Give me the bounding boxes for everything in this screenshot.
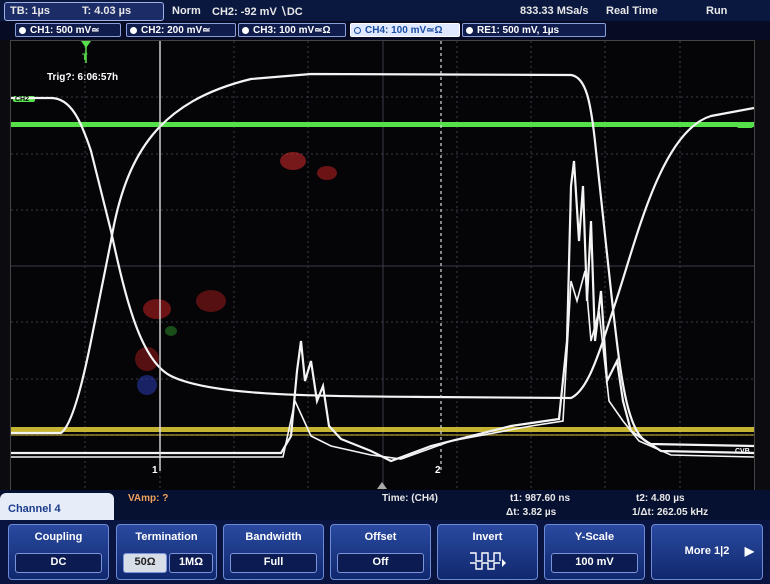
bandwidth-title: Bandwidth xyxy=(245,531,302,543)
channel-4-button[interactable]: CH4: 100 mV≃Ω xyxy=(350,23,460,37)
acquisition-mode: Real Time xyxy=(606,5,658,17)
bandwidth-softkey[interactable]: Bandwidth Full xyxy=(223,524,324,580)
softkey-bar: Coupling DC Termination 50Ω 1MΩ Bandwidt… xyxy=(0,520,770,584)
y-scale-title: Y-Scale xyxy=(574,531,615,543)
coupling-title: Coupling xyxy=(34,531,83,543)
termination-50-ohm-option[interactable]: 50Ω xyxy=(123,553,167,573)
termination-softkey[interactable]: Termination 50Ω 1MΩ xyxy=(116,524,217,580)
reference-1-label: RE1: 500 mV, 1µs xyxy=(477,25,560,36)
inverse-delta-t-readout: 1/Δt: 262.05 kHz xyxy=(632,507,709,518)
horizontal-position-marker-icon xyxy=(377,482,387,489)
channel-2-dot-icon xyxy=(130,27,137,34)
trigger-mode[interactable]: Norm xyxy=(172,5,201,17)
bandwidth-value: Full xyxy=(230,553,317,573)
waveform-display[interactable]: T 1 2 CH2 CVB Trig?: 6:06:57h xyxy=(10,40,755,492)
ch1-trace xyxy=(11,427,754,436)
channel-4-label: CH4: 100 mV≃Ω xyxy=(365,25,443,36)
reference-1-button[interactable]: RE1: 500 mV, 1µs xyxy=(462,23,606,37)
channel-4-dot-icon xyxy=(354,27,361,34)
t2-readout: t2: 4.80 µs xyxy=(636,493,685,504)
reference-1-dot-icon xyxy=(466,27,473,34)
offset-value: Off xyxy=(337,553,424,573)
more-softkey[interactable]: More 1|2 ▶ xyxy=(651,524,763,580)
coupling-softkey[interactable]: Coupling DC xyxy=(8,524,109,580)
offset-softkey[interactable]: Offset Off xyxy=(330,524,431,580)
invert-softkey[interactable]: Invert xyxy=(437,524,538,580)
delta-t-readout: Δt: 3.82 µs xyxy=(506,507,557,518)
t1-readout: t1: 987.60 ns xyxy=(510,493,571,504)
ch-marker-right: CVB xyxy=(735,448,750,455)
invert-title: Invert xyxy=(472,531,503,543)
channel-1-button[interactable]: CH1: 500 mV≃ xyxy=(15,23,121,37)
channel-3-dot-icon xyxy=(242,27,249,34)
sample-rate: 833.33 MSa/s xyxy=(520,5,589,17)
trigger-timestamp: Trig?: 6:06:57h xyxy=(47,72,119,83)
screen-reflections xyxy=(135,152,337,395)
channel-3-button[interactable]: CH3: 100 mV≃Ω xyxy=(238,23,346,37)
invert-waveform-icon xyxy=(470,552,506,570)
ch2-level-marker-right xyxy=(737,122,753,128)
offset-title: Offset xyxy=(364,531,397,543)
cursor-2-label: 2 xyxy=(435,465,441,476)
channel-row: CH1: 500 mV≃ CH2: 200 mV≃ CH3: 100 mV≃Ω … xyxy=(0,21,770,40)
channel-4-menu-tab[interactable]: Channel 4 xyxy=(0,493,114,523)
trigger-marker-label: T xyxy=(82,52,88,62)
termination-1m-ohm-option[interactable]: 1MΩ xyxy=(169,553,213,573)
trigger-info[interactable]: CH2: -92 mV ∖DC xyxy=(212,5,303,18)
cursor-1-label: 1 xyxy=(152,465,158,476)
channel-3-label: CH3: 100 mV≃Ω xyxy=(253,25,331,36)
channel-1-label: CH1: 500 mV≃ xyxy=(30,25,100,36)
y-scale-softkey[interactable]: Y-Scale 100 mV xyxy=(544,524,645,580)
waveform-canvas: T 1 2 CH2 CVB xyxy=(11,41,754,491)
timebase-value[interactable]: TB: 1µs xyxy=(10,5,50,17)
y-scale-value: 100 mV xyxy=(551,553,638,573)
channel-1-dot-icon xyxy=(19,27,26,34)
run-state[interactable]: Run xyxy=(706,5,727,17)
trigger-time-value[interactable]: T: 4.03 µs xyxy=(82,5,131,17)
grid xyxy=(11,41,754,491)
measurement-readout: VAmp: ? Time: (CH4) t1: 987.60 ns t2: 4.… xyxy=(0,490,770,520)
page-arrow-icon: ▶ xyxy=(744,544,754,558)
status-bar: TB: 1µs T: 4.03 µs Norm CH2: -92 mV ∖DC … xyxy=(0,0,770,21)
channel-2-label: CH2: 200 mV≃ xyxy=(141,25,211,36)
ch-marker-left: CH2 xyxy=(15,96,29,103)
time-source-readout[interactable]: Time: (CH4) xyxy=(382,493,438,504)
channel-2-button[interactable]: CH2: 200 mV≃ xyxy=(126,23,236,37)
vamp-readout[interactable]: VAmp: ? xyxy=(128,493,168,504)
termination-title: Termination xyxy=(135,531,198,543)
coupling-value: DC xyxy=(15,553,102,573)
